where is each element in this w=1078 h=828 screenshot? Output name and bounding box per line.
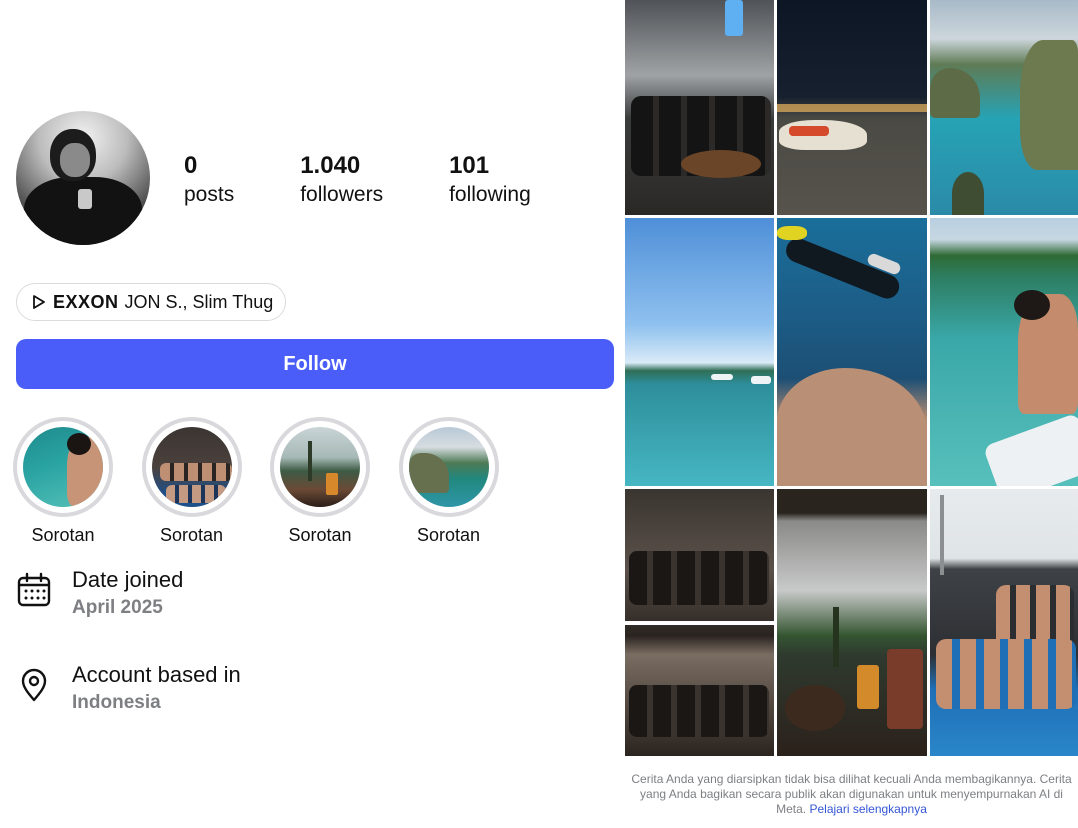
table-shape (681, 150, 761, 178)
cliff-shape (930, 68, 980, 118)
plate-shape (785, 685, 845, 731)
learn-more-link[interactable]: Pelajari selengkapnya (809, 802, 926, 816)
people-group-shape (936, 639, 1076, 709)
highlight-label: Sorotan (416, 525, 481, 545)
grid-photo-tile[interactable] (625, 489, 774, 756)
grid-photo-tile[interactable] (625, 218, 774, 486)
neon-sign-shape (725, 0, 743, 36)
airplane-logo-shape (789, 126, 829, 136)
stat-following-label: following (449, 183, 531, 206)
highlight-thumbnail (151, 427, 232, 507)
grid-photo-tile[interactable] (930, 218, 1078, 486)
highlight-item[interactable]: Sorotan (13, 417, 113, 546)
music-artist: EXXON (53, 291, 119, 312)
calendar-icon (17, 572, 51, 607)
runway-lights-shape (777, 104, 927, 112)
account-based-value: Indonesia (72, 692, 161, 713)
highlight-ring (398, 417, 499, 517)
highlight-thumbnail (408, 427, 489, 507)
people-group-shape (629, 685, 769, 737)
highlight-label: Sorotan (288, 525, 352, 545)
music-featured-artists: JON S., Slim Thug (124, 291, 274, 312)
grid-photo-tile[interactable] (777, 0, 927, 215)
profile-avatar[interactable] (16, 111, 150, 245)
highlight-item[interactable]: Sorotan (398, 417, 499, 546)
stat-followers-label: followers (300, 183, 384, 206)
play-icon (33, 295, 45, 309)
thumbnail-head-shape (67, 433, 91, 455)
avatar-body-shape (24, 177, 142, 245)
stat-posts[interactable]: 0 posts (184, 152, 234, 210)
stat-posts-count: 0 (184, 152, 198, 179)
highlight-label: Sorotan (31, 525, 95, 545)
avatar-cup-shape (78, 189, 92, 209)
thumbnail-cliff-shape (408, 453, 449, 493)
stat-followers-count: 1.040 (300, 152, 361, 179)
palm-tree-shape (833, 607, 839, 667)
highlight-thumbnail (23, 427, 103, 507)
profile-music-pill[interactable]: EXXON JON S., Slim Thug (16, 283, 287, 321)
about-date-joined: Date joined April 2025 (16, 566, 183, 622)
rock-shape (952, 172, 984, 215)
stat-following-count: 101 (449, 152, 490, 179)
thumbnail-drink-shape (326, 473, 338, 495)
story-highlights: Sorotan Sorotan Sorotan Sorotan (13, 417, 527, 546)
grid-photo-tile[interactable] (930, 489, 1078, 756)
photo-divider-shape (625, 621, 774, 625)
highlight-ring (13, 417, 113, 517)
boat-shape (711, 374, 733, 380)
boat-shape (751, 376, 771, 384)
people-group-shape (629, 551, 769, 605)
highlight-thumbnail (280, 427, 360, 507)
date-joined-value: April 2025 (72, 597, 163, 618)
grid-photo-tile[interactable] (625, 0, 774, 215)
cliff-shape (1020, 40, 1078, 170)
thumbnail-group-shape (165, 485, 226, 503)
profile-stats: 0 posts 1.040 followers 101 following (184, 152, 597, 210)
coral-reef-shape (777, 368, 927, 486)
avatar-face-shape (60, 143, 90, 177)
location-pin-icon (21, 668, 47, 702)
grid-photo-tile[interactable] (777, 218, 927, 486)
story-archive-grid (625, 0, 1078, 756)
thumbnail-palm-shape (308, 441, 312, 481)
follow-button[interactable]: Follow (16, 339, 614, 389)
highlight-ring (141, 417, 242, 517)
fins-shape (777, 226, 807, 240)
highlight-item[interactable]: Sorotan (270, 417, 370, 546)
stat-following[interactable]: 101 following (449, 152, 531, 210)
pole-shape (940, 495, 944, 575)
person-hair-shape (1014, 290, 1050, 320)
drink-glass-shape (857, 665, 879, 709)
archive-notice: Cerita Anda yang diarsipkan tidak bisa d… (625, 772, 1078, 817)
cocktail-shape (887, 649, 923, 729)
account-based-title: Account based in (72, 662, 241, 687)
grid-photo-tile[interactable] (930, 0, 1078, 215)
thumbnail-group-shape (159, 463, 232, 481)
grid-photo-tile[interactable] (777, 489, 927, 756)
highlight-label: Sorotan (159, 525, 224, 545)
about-account-location: Account based in Indonesia (16, 661, 241, 717)
highlight-ring (270, 417, 370, 517)
stat-posts-label: posts (184, 183, 235, 206)
highlight-item[interactable]: Sorotan (141, 417, 242, 546)
stat-followers[interactable]: 1.040 followers (300, 152, 383, 210)
boat-bow-shape (982, 412, 1078, 486)
date-joined-title: Date joined (72, 567, 184, 592)
